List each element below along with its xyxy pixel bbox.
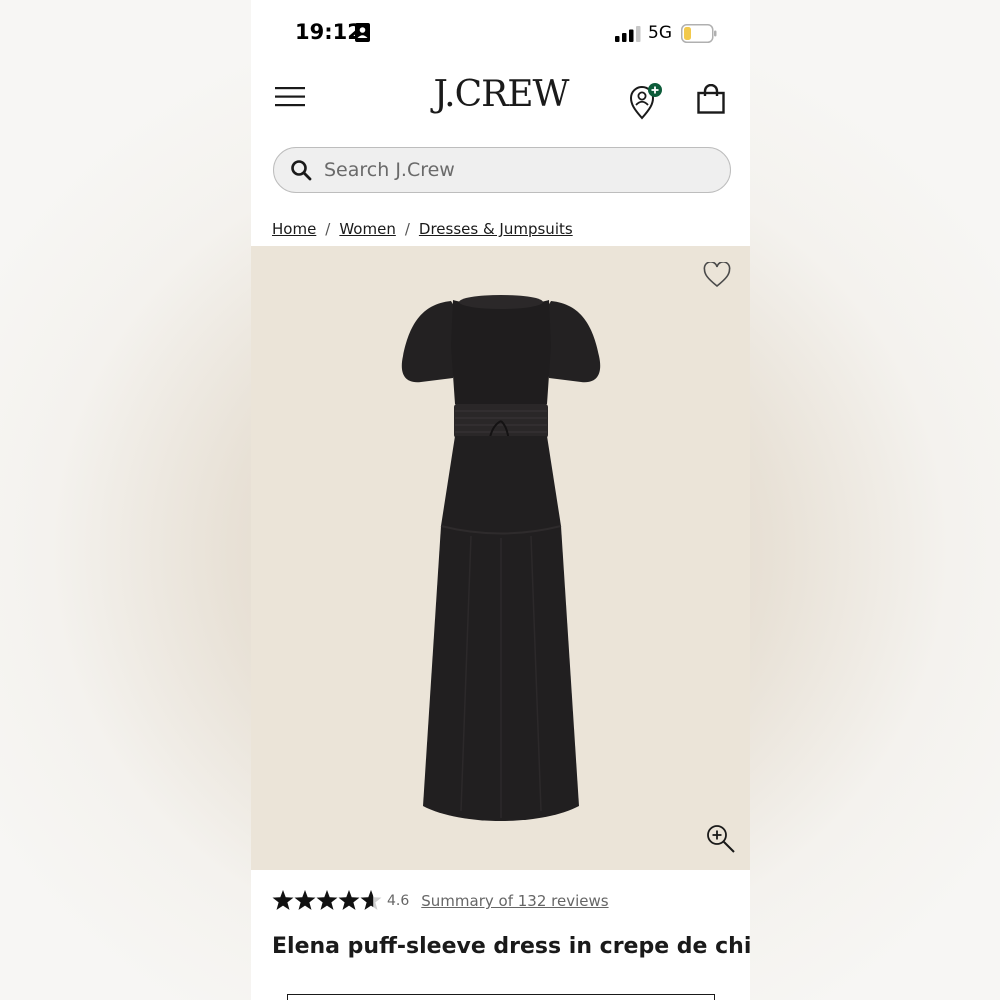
breadcrumb: Home / Women / Dresses & Jumpsuits bbox=[272, 218, 573, 240]
dress-image bbox=[401, 295, 601, 821]
option-box[interactable] bbox=[287, 994, 715, 1000]
star-filled-icon bbox=[294, 890, 316, 910]
hamburger-menu-icon[interactable] bbox=[275, 86, 305, 108]
star-filled-icon bbox=[272, 890, 294, 910]
jcrew-logo[interactable]: J.CREW bbox=[401, 74, 601, 115]
network-label: 5G bbox=[648, 23, 672, 43]
breadcrumb-women[interactable]: Women bbox=[339, 220, 395, 238]
product-image-gallery[interactable] bbox=[251, 246, 750, 870]
reviews-summary-link[interactable]: Summary of 132 reviews bbox=[421, 892, 608, 910]
star-rating-icon bbox=[272, 890, 382, 910]
star-filled-icon bbox=[316, 890, 338, 910]
product-title: Elena puff-sleeve dress in crepe de chin… bbox=[272, 934, 750, 959]
person-card-icon bbox=[355, 23, 370, 42]
account-location-icon[interactable] bbox=[628, 82, 664, 120]
rating-row: 4.6 Summary of 132 reviews bbox=[272, 888, 609, 914]
shopping-bag-icon[interactable] bbox=[697, 84, 725, 114]
zoom-in-icon[interactable] bbox=[706, 824, 736, 854]
product-page: J.CREW Home / Women / Dresses & Jumpsuit… bbox=[251, 62, 750, 1000]
wishlist-heart-icon[interactable] bbox=[703, 262, 731, 288]
status-bar: 19:12 5G bbox=[251, 0, 750, 62]
breadcrumb-separator: / bbox=[404, 220, 410, 238]
site-header: J.CREW bbox=[251, 62, 750, 140]
breadcrumb-dresses-jumpsuits[interactable]: Dresses & Jumpsuits bbox=[419, 220, 573, 238]
star-filled-icon bbox=[338, 890, 360, 910]
battery-low-icon bbox=[681, 24, 717, 43]
breadcrumb-home[interactable]: Home bbox=[272, 220, 316, 238]
signal-bars-icon bbox=[615, 26, 641, 42]
search-icon bbox=[291, 160, 312, 181]
search-bar[interactable] bbox=[273, 147, 731, 193]
breadcrumb-separator: / bbox=[325, 220, 331, 238]
status-time: 19:12 bbox=[295, 20, 362, 44]
rating-value: 4.6 bbox=[387, 893, 410, 909]
search-input[interactable] bbox=[324, 159, 704, 181]
